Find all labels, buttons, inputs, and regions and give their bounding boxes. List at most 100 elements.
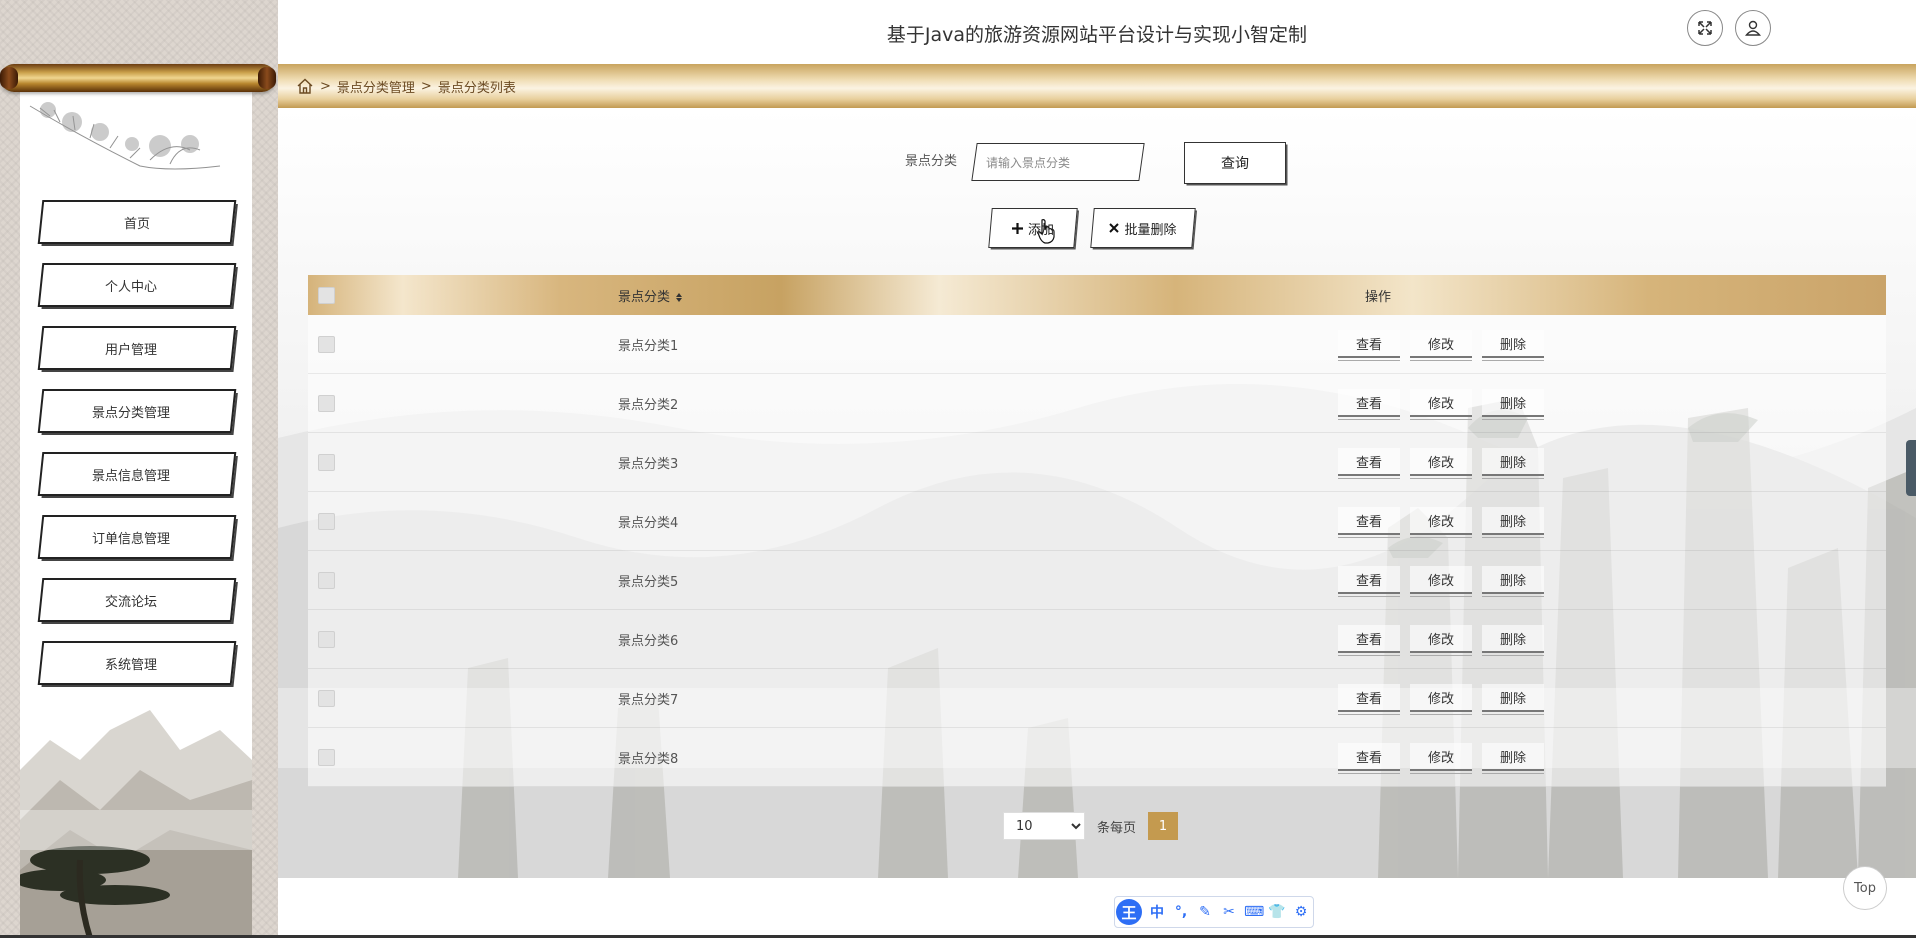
sort-icon[interactable]	[676, 292, 683, 302]
table-row: 景点分类2 查看 修改 删除	[308, 374, 1886, 433]
search-input[interactable]	[984, 149, 1138, 177]
ime-toolbar: 王 中 °, ✎ ✂ ⌨ 👕 ⚙	[1114, 896, 1314, 928]
view-button[interactable]: 查看	[1338, 625, 1400, 656]
view-button[interactable]: 查看	[1338, 566, 1400, 597]
view-button[interactable]: 查看	[1338, 743, 1400, 774]
breadcrumb-separator: >	[320, 78, 331, 94]
search-button[interactable]: 查询	[1184, 142, 1286, 184]
category-name-cell: 景点分类4	[618, 515, 679, 531]
add-button[interactable]: 添加	[990, 208, 1076, 248]
sidebar-item-5[interactable]: 订单信息管理	[38, 513, 236, 561]
table-row: 景点分类6 查看 修改 删除	[308, 610, 1886, 669]
row-checkbox[interactable]	[318, 394, 335, 412]
delete-button[interactable]: 删除	[1482, 330, 1544, 361]
ime-skin-icon[interactable]: 👕	[1268, 904, 1286, 920]
side-tab-handle[interactable]	[1906, 440, 1916, 496]
back-to-top-button[interactable]: Top	[1843, 866, 1887, 910]
ops-cell: 查看 修改 删除	[1178, 625, 1886, 656]
view-button[interactable]: 查看	[1338, 389, 1400, 420]
sidebar-item-label: 景点分类管理	[91, 405, 170, 421]
delete-button[interactable]: 删除	[1482, 684, 1544, 715]
home-icon[interactable]	[296, 77, 314, 95]
sidebar-item-6[interactable]: 交流论坛	[38, 576, 236, 624]
column-header-ops-label: 操作	[1365, 289, 1392, 305]
table-header: 景点分类 操作	[308, 275, 1886, 315]
user-profile-button[interactable]	[1735, 10, 1771, 46]
sidebar-item-1[interactable]: 个人中心	[38, 261, 236, 309]
breadcrumb-item-category-management[interactable]: 景点分类管理	[337, 77, 415, 96]
delete-button[interactable]: 删除	[1482, 389, 1544, 420]
row-checkbox-cell	[308, 512, 618, 530]
ime-settings-icon[interactable]: ⚙	[1292, 904, 1310, 920]
sidebar-item-label: 景点信息管理	[91, 468, 170, 484]
chevron-down-icon	[174, 472, 182, 476]
delete-button[interactable]: 删除	[1482, 743, 1544, 774]
page-size-select[interactable]: 10	[1003, 812, 1085, 840]
ime-punctuation[interactable]: °,	[1172, 904, 1190, 920]
table-row: 景点分类5 查看 修改 删除	[308, 551, 1886, 610]
column-header-category[interactable]: 景点分类	[618, 286, 1178, 305]
view-button[interactable]: 查看	[1338, 448, 1400, 479]
edit-button[interactable]: 修改	[1410, 625, 1472, 656]
table-row: 景点分类8 查看 修改 删除	[308, 728, 1886, 787]
row-checkbox[interactable]	[318, 748, 335, 766]
sidebar-item-7[interactable]: 系统管理	[38, 639, 236, 687]
edit-button[interactable]: 修改	[1410, 684, 1472, 715]
ime-chinese-mode[interactable]: 中	[1148, 902, 1166, 922]
row-checkbox[interactable]	[318, 335, 335, 353]
ime-keyboard-icon[interactable]: ⌨	[1244, 904, 1264, 920]
category-name-cell: 景点分类1	[618, 338, 679, 354]
delete-button[interactable]: 删除	[1482, 507, 1544, 538]
search-field-wrapper	[974, 143, 1142, 181]
row-checkbox-cell	[308, 689, 618, 707]
fullscreen-button[interactable]	[1687, 10, 1723, 46]
chevron-down-icon	[161, 598, 169, 602]
select-all-checkbox[interactable]	[318, 286, 335, 304]
sidebar-item-2[interactable]: 用户管理	[38, 324, 236, 372]
edit-button[interactable]: 修改	[1410, 743, 1472, 774]
chevron-down-icon	[174, 535, 182, 539]
row-checkbox-cell	[308, 571, 618, 589]
edit-button[interactable]: 修改	[1410, 389, 1472, 420]
batch-delete-button[interactable]: 批量删除	[1092, 208, 1194, 248]
ime-pen-icon[interactable]: ✎	[1196, 904, 1214, 920]
delete-button[interactable]: 删除	[1482, 448, 1544, 479]
row-checkbox[interactable]	[318, 453, 335, 471]
sidebar-item-4[interactable]: 景点信息管理	[38, 450, 236, 498]
delete-button[interactable]: 删除	[1482, 566, 1544, 597]
sidebar-item-label: 订单信息管理	[91, 531, 170, 547]
delete-button[interactable]: 删除	[1482, 625, 1544, 656]
table-row: 景点分类7 查看 修改 删除	[308, 669, 1886, 728]
chevron-down-icon	[161, 283, 169, 287]
ime-scissors-icon[interactable]: ✂	[1220, 904, 1238, 920]
edit-button[interactable]: 修改	[1410, 330, 1472, 361]
user-icon	[1745, 20, 1761, 36]
row-checkbox-cell	[308, 394, 618, 412]
sidebar-menu: 首页个人中心用户管理景点分类管理 景点信息管理 订单信息管理交流论坛系统管理	[38, 198, 236, 702]
ops-cell: 查看 修改 删除	[1178, 507, 1886, 538]
edit-button[interactable]: 修改	[1410, 507, 1472, 538]
chevron-down-icon	[174, 409, 182, 413]
view-button[interactable]: 查看	[1338, 684, 1400, 715]
row-checkbox-cell	[308, 453, 618, 471]
add-button-label: 添加	[1027, 222, 1054, 238]
edit-button[interactable]: 修改	[1410, 566, 1472, 597]
plus-icon	[1011, 222, 1023, 234]
ops-cell: 查看 修改 删除	[1178, 330, 1886, 361]
row-checkbox[interactable]	[318, 571, 335, 589]
sidebar-item-label: 用户管理	[104, 342, 157, 358]
ime-logo[interactable]: 王	[1116, 899, 1142, 925]
edit-button[interactable]: 修改	[1410, 448, 1472, 479]
table-row: 景点分类4 查看 修改 删除	[308, 492, 1886, 551]
sidebar-item-3[interactable]: 景点分类管理	[38, 387, 236, 435]
row-checkbox[interactable]	[318, 689, 335, 707]
page-number-current[interactable]: 1	[1148, 812, 1179, 840]
breadcrumb-separator: >	[420, 78, 432, 94]
view-button[interactable]: 查看	[1338, 330, 1400, 361]
sidebar-item-label: 系统管理	[104, 657, 157, 673]
ops-cell: 查看 修改 删除	[1178, 448, 1886, 479]
row-checkbox[interactable]	[318, 630, 335, 648]
sidebar-item-0[interactable]: 首页	[38, 198, 236, 246]
row-checkbox[interactable]	[318, 512, 335, 530]
view-button[interactable]: 查看	[1338, 507, 1400, 538]
